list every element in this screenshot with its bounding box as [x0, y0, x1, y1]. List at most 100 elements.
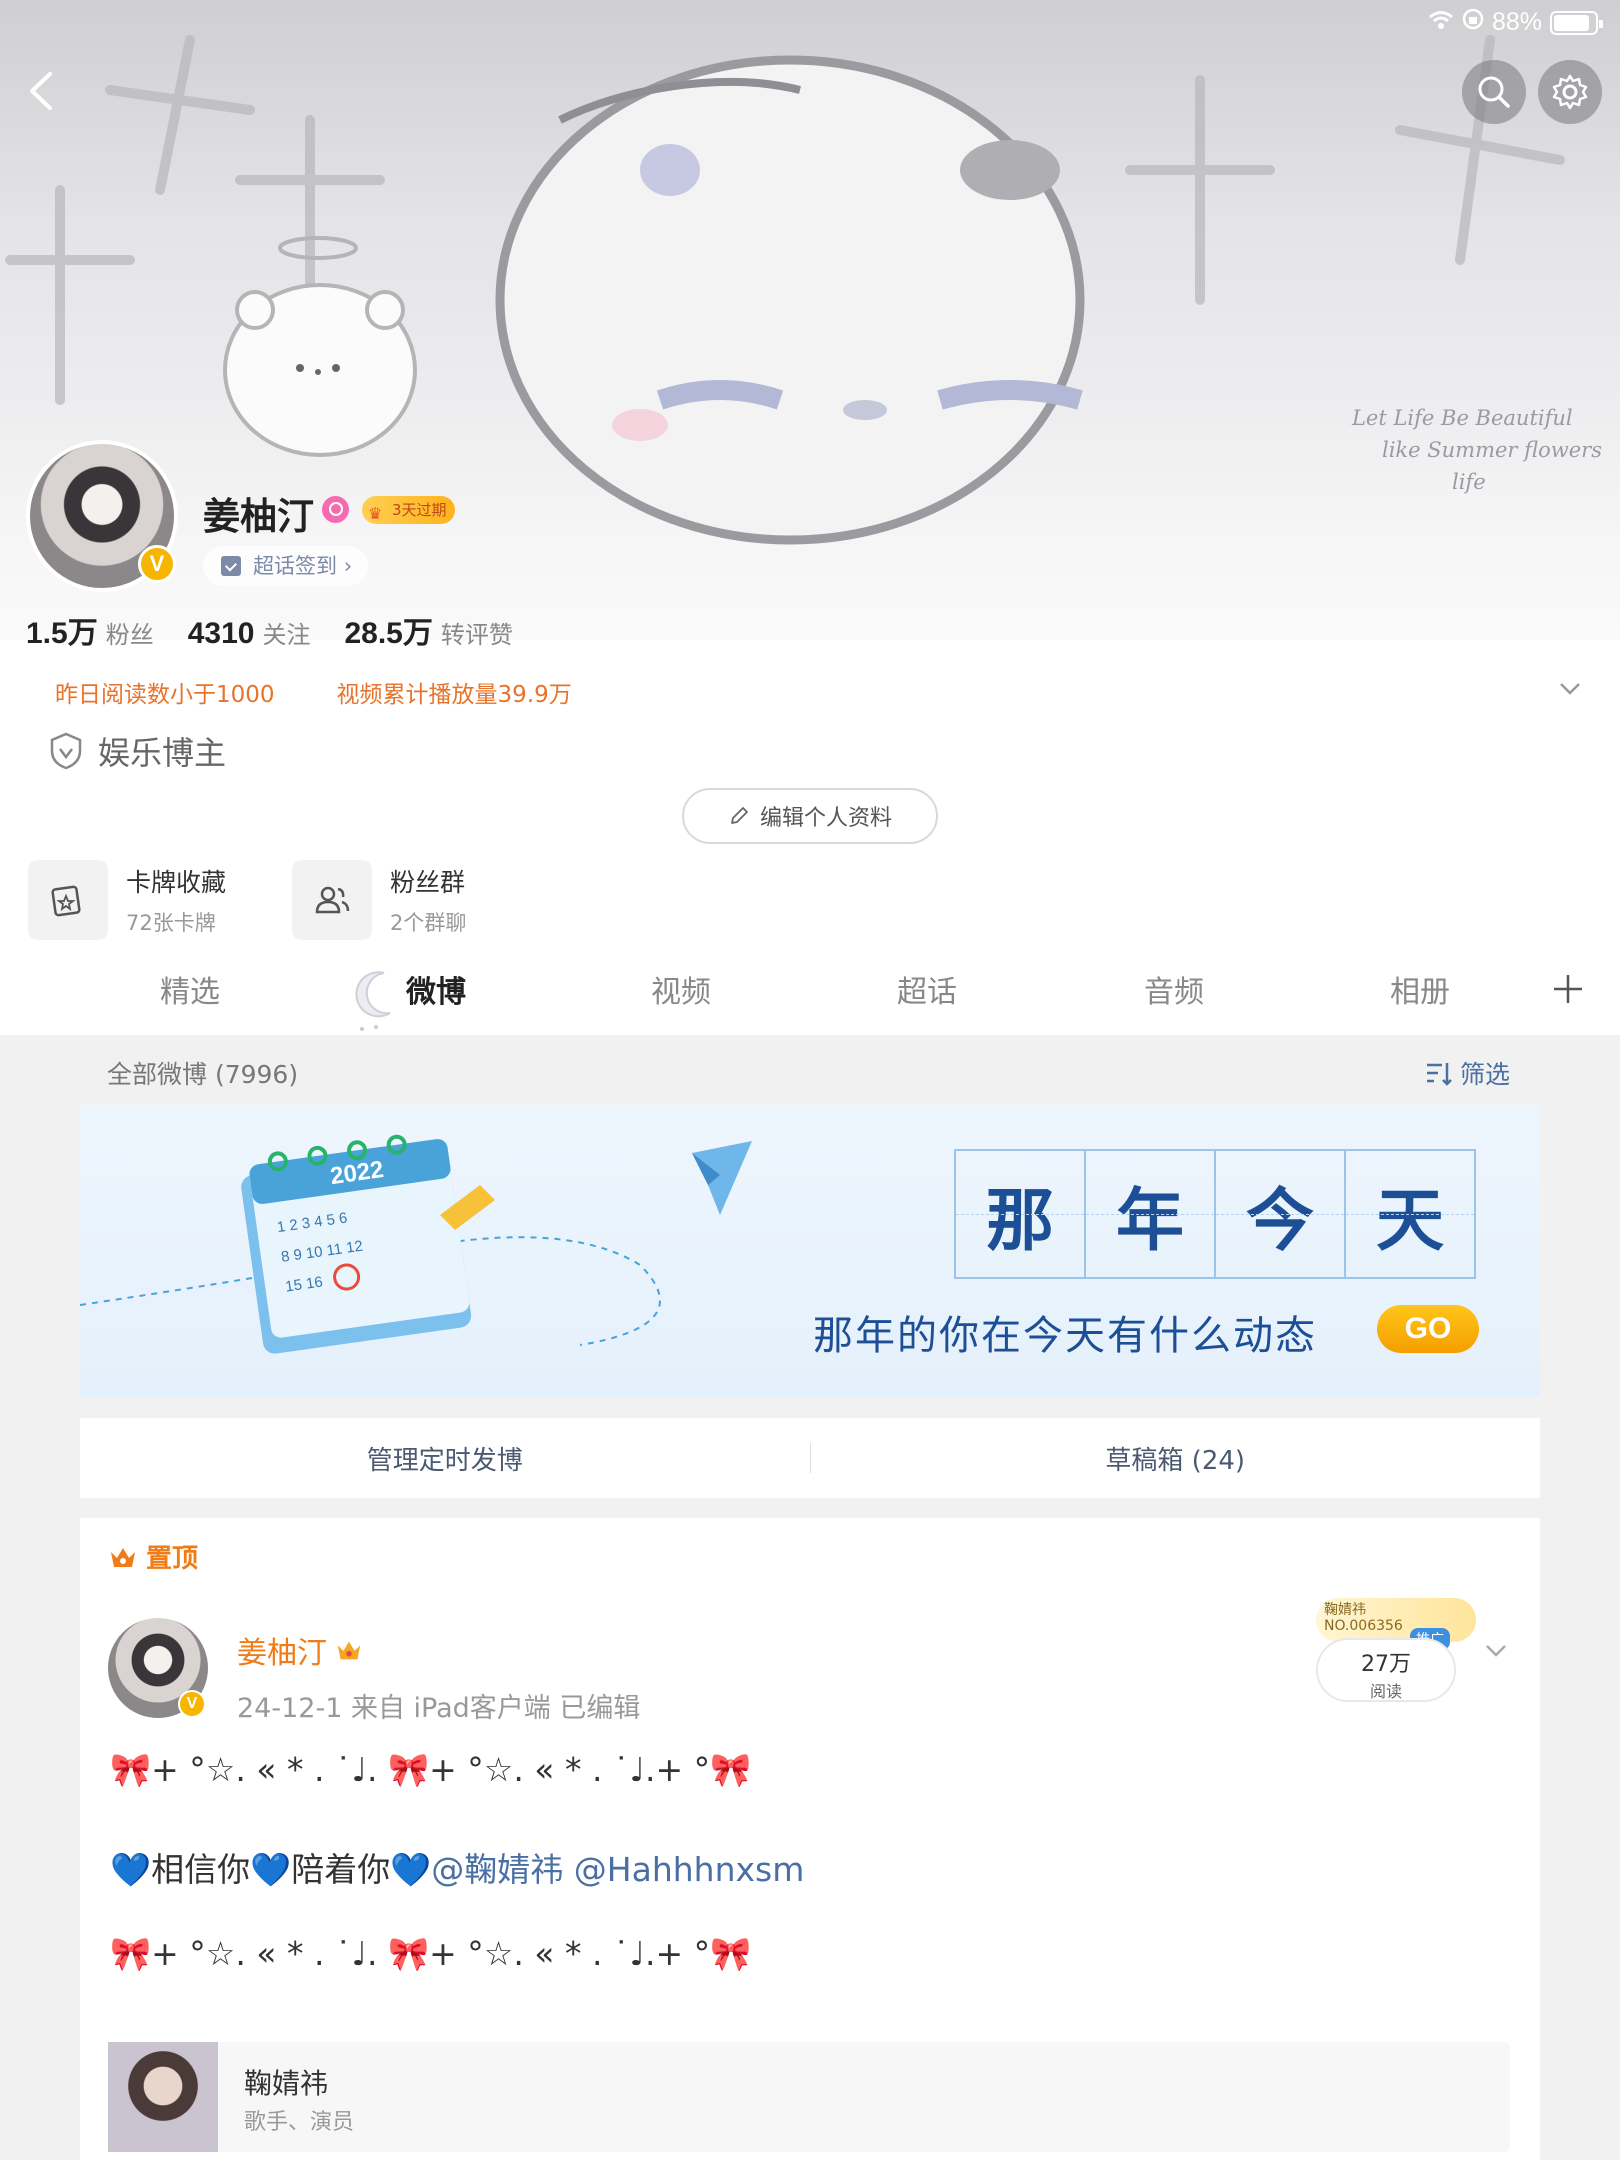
profile-tabs: 精选 微博 视频 超话 音频 相册: [0, 955, 1620, 1035]
profile-banner: 88% Let Life Be Beautiful like Summer fl…: [0, 0, 1620, 640]
read-label: 阅读: [1369, 1682, 1402, 1701]
post-text-segment: + °☆. « * . ˙♩.+ °: [429, 1750, 711, 1789]
battery-percent: 88%: [1491, 8, 1542, 36]
bow-emoji: 🎀: [388, 1934, 430, 1973]
tool-subtitle: 2个群聊: [390, 911, 467, 935]
post-text-segment: + °☆. « * . ˙♩.: [151, 1934, 388, 1973]
banner-script-line: life: [1451, 470, 1486, 494]
promo-title-grid: 那 年 今 天: [954, 1149, 1476, 1279]
tab-super-topic[interactable]: 超话: [897, 967, 957, 1011]
bow-emoji: 🎀: [710, 1750, 752, 1789]
group-icon: [292, 860, 372, 940]
drafts-button[interactable]: 草稿箱 (24): [811, 1440, 1541, 1477]
plus-icon[interactable]: [1550, 971, 1586, 1007]
settings-button[interactable]: [1538, 60, 1602, 124]
pinned-text: 置顶: [146, 1544, 199, 1574]
edit-profile-button[interactable]: 编辑个人资料: [682, 788, 938, 844]
fan-card-name: 鞠婧祎: [1324, 1602, 1366, 1618]
stat-number: 28.5万: [344, 617, 433, 650]
promo-title-char: 天: [1346, 1151, 1474, 1277]
read-count-pill: 27万 阅读: [1316, 1638, 1456, 1702]
alert-reads[interactable]: 昨日阅读数小于1000: [55, 675, 275, 709]
heart-emoji: 💙: [390, 1850, 432, 1889]
tool-title: 卡牌收藏: [126, 868, 227, 897]
post-author[interactable]: 姜柚汀: [237, 1628, 363, 1672]
calendar-illustration: 2022 1 2 3 4 5 6 8 9 10 11 12 15 16: [80, 1134, 752, 1354]
chevron-down-icon[interactable]: [1482, 1636, 1510, 1664]
tool-subtitle: 72张卡牌: [126, 911, 216, 935]
post-meta: 24-12-1 来自 iPad客户端 已编辑: [237, 1693, 641, 1724]
tab-weibo[interactable]: 微博: [406, 967, 466, 1011]
banner-script-line: like Summer flowers: [1381, 438, 1602, 462]
profile-name: 姜柚汀: [203, 495, 314, 538]
stat-label: 粉丝: [105, 621, 154, 649]
promo-title-char: 年: [1086, 1151, 1216, 1277]
verified-badge-icon: V: [138, 545, 176, 583]
post-text-segment: 相信你: [151, 1850, 251, 1889]
verification-row[interactable]: 娱乐博主: [48, 728, 226, 774]
post-text-line: 🎀+ °☆. « * . ˙♩. 🎀+ °☆. « * . ˙♩.+ °🎀: [110, 1750, 751, 1790]
mentioned-user-avatar: [108, 2042, 218, 2152]
feed-count: 全部微博 (7996): [107, 1060, 299, 1089]
scheduled-posts-button[interactable]: 管理定时发博: [80, 1440, 810, 1477]
pencil-icon: [731, 807, 748, 824]
fan-card-tag: 鞠婧祎 NO.006356: [1316, 1598, 1476, 1642]
stat-likes[interactable]: 28.5万 转评赞: [344, 608, 512, 652]
battery-fill: [1554, 14, 1589, 31]
checkin-label: 超话签到: [253, 554, 337, 578]
mentioned-user-card[interactable]: 鞠婧祎 歌手、演员: [108, 2042, 1510, 2152]
promo-title-char: 今: [1216, 1151, 1346, 1277]
status-bar: 88%: [1428, 8, 1603, 37]
stat-number: 4310: [187, 617, 255, 650]
checkin-button[interactable]: 超话签到 ›: [203, 546, 369, 586]
crown-icon: ♛: [368, 504, 383, 523]
pinned-post: 置顶 V 姜柚汀 24-12-1 来自 iPad客户端 已编辑 鞠婧祎 NO.0…: [80, 1518, 1540, 2160]
mention-link[interactable]: @Hahhhnxsm: [574, 1850, 805, 1889]
bow-emoji: 🎀: [110, 1934, 152, 1973]
read-count: 27万: [1361, 1652, 1411, 1677]
stat-following[interactable]: 4310 关注: [188, 615, 311, 651]
filter-button[interactable]: 筛选: [1424, 1055, 1510, 1091]
vip-badge[interactable]: ♛ 3天过期: [362, 496, 455, 524]
tab-video[interactable]: 视频: [651, 967, 711, 1011]
back-arrow-icon[interactable]: [18, 66, 68, 116]
post-text-segment: 陪着你: [291, 1850, 391, 1889]
battery-icon: [1550, 10, 1603, 35]
chevron-down-icon[interactable]: [1556, 674, 1584, 702]
post-text-line: 🎀+ °☆. « * . ˙♩. 🎀+ °☆. « * . ˙♩.+ °🎀: [110, 1934, 751, 1974]
heart-emoji: 💙: [250, 1850, 292, 1889]
mention-link[interactable]: @鞠婧祎: [431, 1850, 563, 1889]
go-button[interactable]: GO: [1377, 1305, 1479, 1353]
verified-badge-icon: V: [178, 1690, 206, 1718]
filter-icon: [1427, 1063, 1452, 1086]
on-this-day-banner[interactable]: 2022 1 2 3 4 5 6 8 9 10 11 12 15 16 那 年 …: [80, 1105, 1540, 1397]
vip-badge-label: 3天过期: [392, 501, 447, 519]
bow-emoji: 🎀: [110, 1750, 152, 1789]
filter-label: 筛选: [1460, 1060, 1511, 1089]
card-collection-tool[interactable]: 卡牌收藏 72张卡牌: [28, 860, 226, 940]
banner-illustration: [5, 35, 1565, 545]
stat-followers[interactable]: 1.5万 粉丝: [26, 608, 154, 652]
calendar-check-icon: [221, 556, 241, 576]
mentioned-user-name: 鞠婧祎: [244, 2067, 329, 2100]
tab-audio[interactable]: 音频: [1144, 967, 1204, 1011]
post-author-name: 姜柚汀: [237, 1636, 327, 1671]
verification-label: 娱乐博主: [98, 734, 227, 772]
tool-title: 粉丝群: [390, 868, 466, 897]
promo-title-char: 那: [956, 1151, 1086, 1277]
tab-album[interactable]: 相册: [1390, 967, 1450, 1011]
post-text-line: 💙相信你💙陪着你💙@鞠婧祎 @Hahhhnxsm: [110, 1843, 804, 1891]
promo-subtitle: 那年的你在今天有什么动态: [813, 1313, 1317, 1359]
alert-video-plays[interactable]: 视频累计播放量39.9万: [337, 675, 572, 709]
crown-icon: [111, 1547, 135, 1567]
tab-featured[interactable]: 精选: [160, 967, 220, 1011]
search-button[interactable]: [1462, 60, 1526, 124]
card-icon: [28, 860, 108, 940]
pinned-label: 置顶: [108, 1538, 198, 1575]
gear-icon: [1552, 74, 1588, 110]
moon-decoration-icon: [355, 971, 391, 1031]
super-topic-badge-icon[interactable]: [322, 496, 349, 523]
heart-emoji: 💙: [110, 1850, 152, 1889]
read-count-widget[interactable]: 鞠婧祎 NO.006356 推广 27万 阅读: [1316, 1598, 1476, 1708]
fan-group-tool[interactable]: 粉丝群 2个群聊: [292, 860, 466, 940]
